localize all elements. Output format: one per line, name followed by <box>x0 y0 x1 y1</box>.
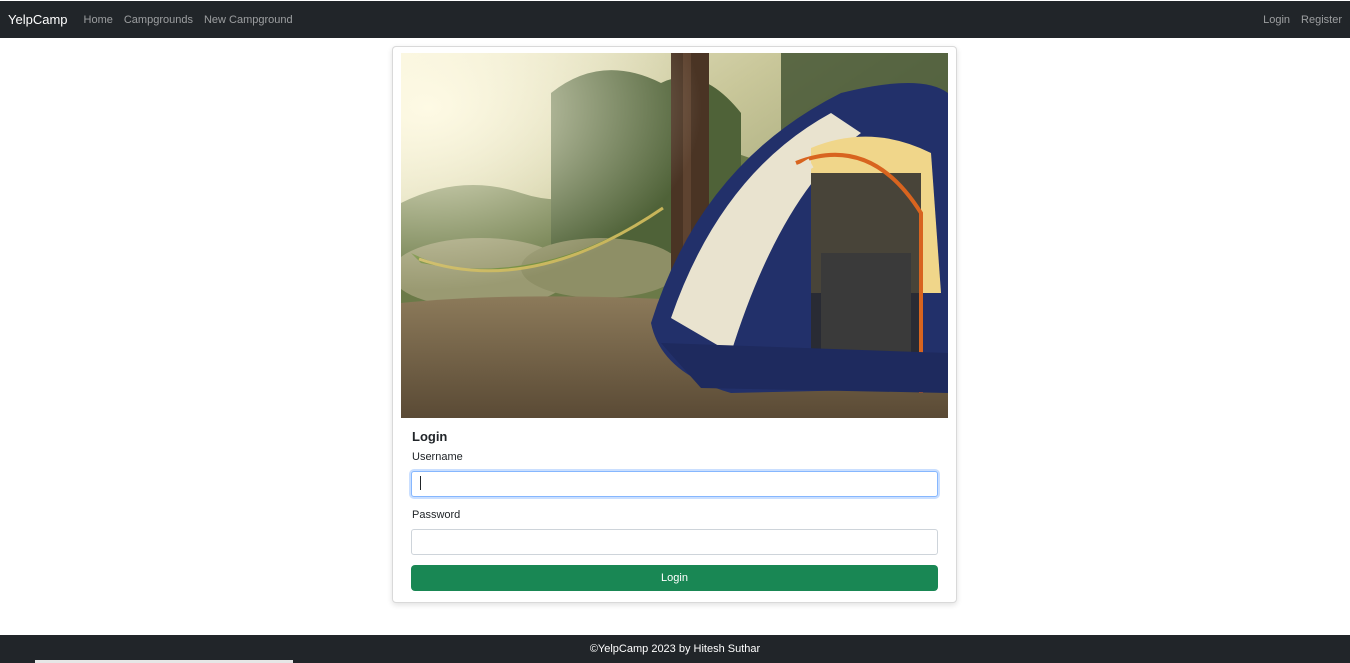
password-input[interactable] <box>411 529 938 555</box>
username-field-wrapper <box>411 471 938 497</box>
login-submit-button[interactable]: Login <box>411 565 938 591</box>
login-card: Login Username Password Login <box>392 46 957 603</box>
nav-register-link[interactable]: Register <box>1301 14 1342 26</box>
footer-copyright: ©YelpCamp 2023 by Hitesh Suthar <box>589 643 761 655</box>
campsite-illustration <box>401 53 948 418</box>
username-input[interactable] <box>411 471 938 497</box>
nav-home-link[interactable]: Home <box>84 14 113 26</box>
campsite-photo <box>401 53 948 418</box>
brand-link[interactable]: YelpCamp <box>8 12 68 27</box>
login-form-title: Login <box>412 429 448 444</box>
nav-campgrounds-link[interactable]: Campgrounds <box>124 14 193 26</box>
password-label: Password <box>412 509 461 521</box>
top-navbar: YelpCamp Home Campgrounds New Campground… <box>0 1 1350 38</box>
text-caret <box>420 476 421 490</box>
nav-login-link[interactable]: Login <box>1263 14 1290 26</box>
nav-right-group: Login Register <box>1263 14 1342 26</box>
nav-new-campground-link[interactable]: New Campground <box>204 14 293 26</box>
username-label: Username <box>412 451 463 463</box>
page-footer: ©YelpCamp 2023 by Hitesh Suthar <box>0 635 1350 663</box>
